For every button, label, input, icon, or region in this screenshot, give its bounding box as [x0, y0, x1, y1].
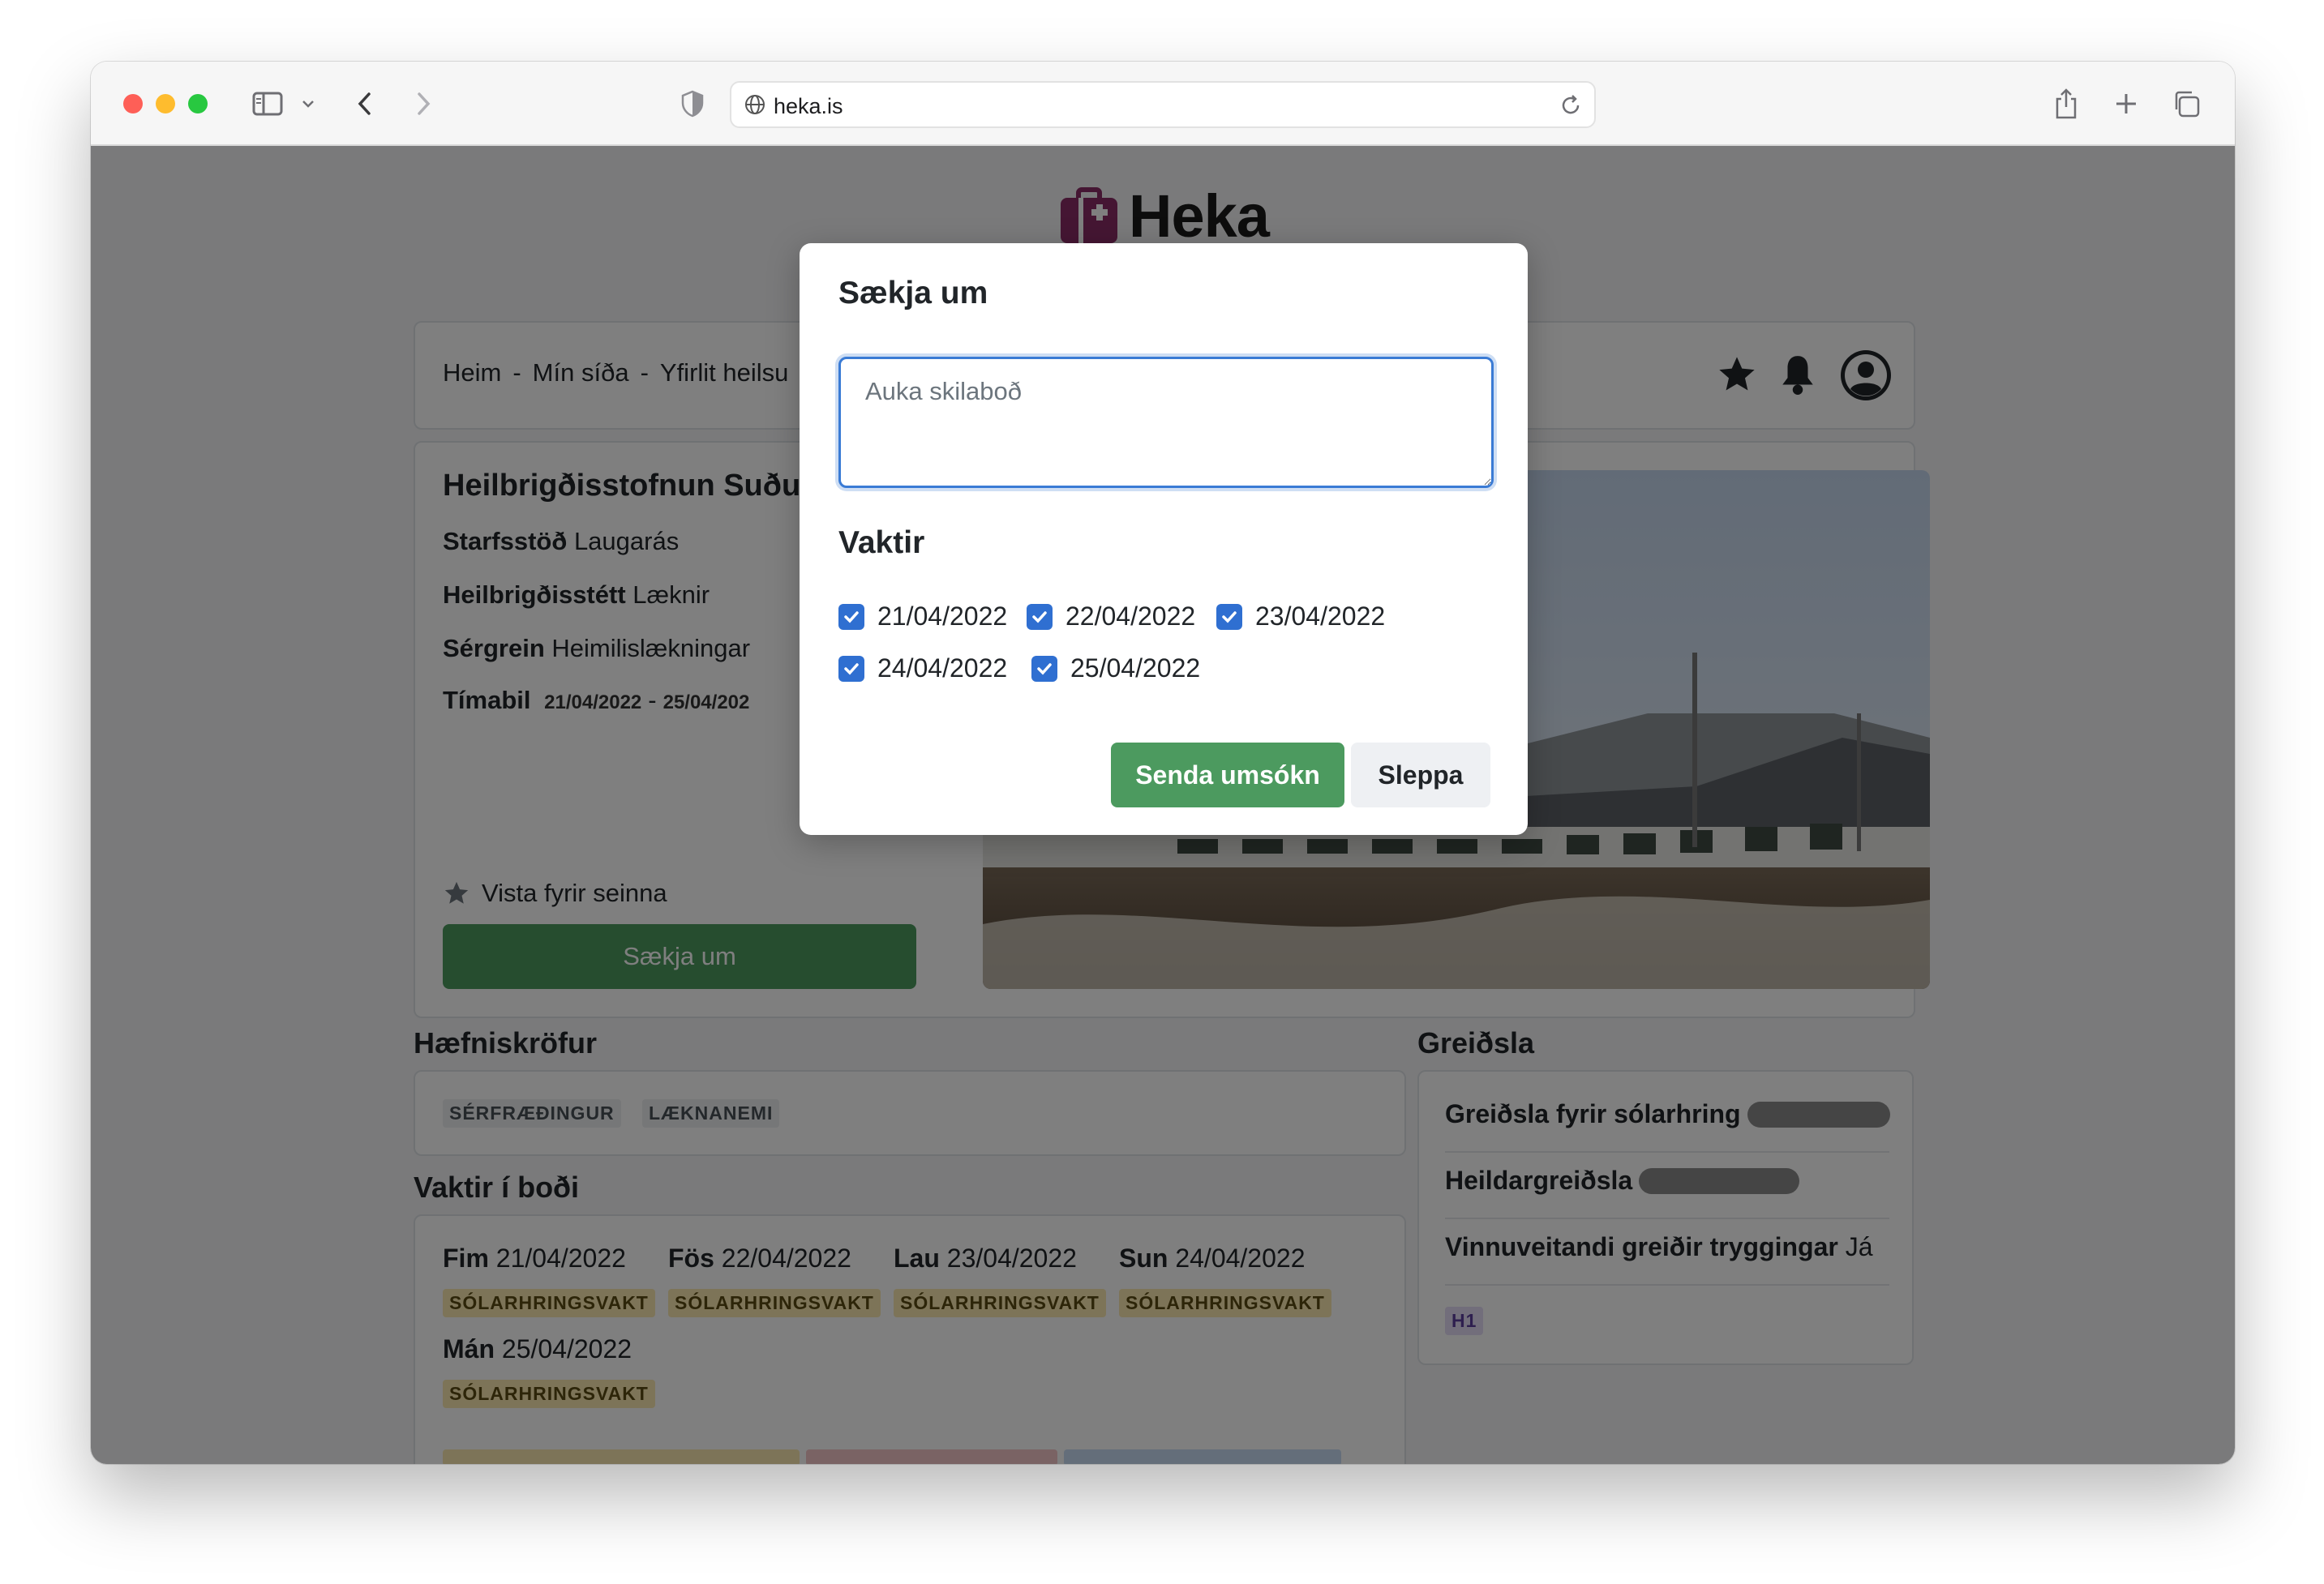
shift-date-label: 22/04/2022: [1066, 601, 1196, 631]
back-arrow-icon[interactable]: [349, 86, 381, 122]
modal-shifts-heading: Vaktir: [838, 525, 925, 560]
tab-overview-icon[interactable]: [2168, 86, 2204, 122]
apply-modal: Sækja um Vaktir 21/04/2022 22/04/2022 23…: [800, 243, 1528, 835]
checkmark-icon: [1027, 603, 1053, 630]
shift-checkbox-21-04[interactable]: 21/04/2022: [838, 601, 1007, 631]
checkmark-icon: [1031, 655, 1057, 682]
close-window-button[interactable]: [123, 94, 143, 113]
submit-application-button[interactable]: Senda umsókn: [1111, 743, 1344, 807]
share-icon[interactable]: [2048, 86, 2084, 122]
zoom-window-button[interactable]: [188, 94, 208, 113]
privacy-shield-icon[interactable]: [676, 86, 709, 122]
shift-checkbox-25-04[interactable]: 25/04/2022: [1031, 653, 1200, 683]
web-page: Heka Heim-Mín síða-Yfirlit heilsu Heilbr…: [91, 146, 2235, 1464]
shift-checkbox-22-04[interactable]: 22/04/2022: [1027, 601, 1195, 631]
url-text: heka.is: [774, 94, 843, 118]
browser-toolbar: heka.is: [91, 62, 2235, 146]
checkmark-icon: [838, 603, 864, 630]
new-tab-icon[interactable]: [2108, 86, 2144, 122]
shift-date-label: 25/04/2022: [1070, 653, 1201, 683]
shift-checkbox-24-04[interactable]: 24/04/2022: [838, 653, 1007, 683]
checkmark-icon: [838, 655, 864, 682]
shift-date-label: 24/04/2022: [877, 653, 1008, 683]
shift-date-label: 21/04/2022: [877, 601, 1008, 631]
forward-arrow-icon[interactable]: [407, 86, 440, 122]
checkmark-icon: [1216, 603, 1242, 630]
globe-icon: [743, 92, 767, 121]
address-bar[interactable]: heka.is: [730, 81, 1596, 128]
browser-window: heka.is Heka: [91, 62, 2235, 1464]
modal-title: Sækja um: [838, 276, 988, 310]
chevron-down-icon[interactable]: [298, 86, 318, 122]
cancel-button[interactable]: Sleppa: [1351, 743, 1490, 807]
shift-date-label: 23/04/2022: [1255, 601, 1386, 631]
message-textarea[interactable]: [838, 357, 1494, 488]
reload-icon[interactable]: [1559, 93, 1583, 122]
shift-checkbox-23-04[interactable]: 23/04/2022: [1216, 601, 1385, 631]
sidebar-toggle-icon[interactable]: [250, 86, 285, 122]
minimize-window-button[interactable]: [156, 94, 175, 113]
